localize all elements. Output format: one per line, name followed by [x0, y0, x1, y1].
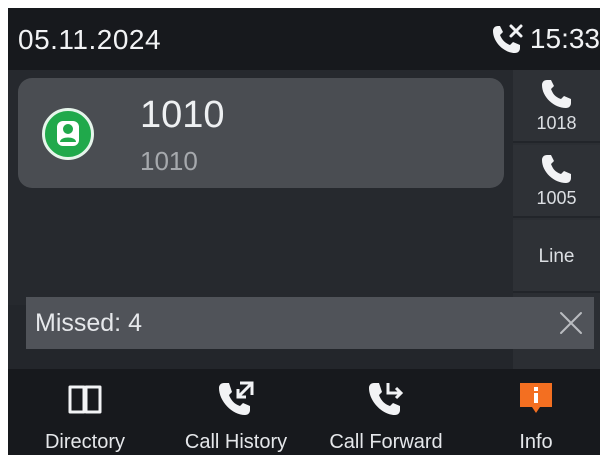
line-key-3[interactable]: Line [513, 220, 600, 293]
missed-calls-text: Missed: 4 [35, 308, 142, 337]
contact-number: 1010 [140, 146, 198, 176]
info-button[interactable]: Info [498, 369, 574, 455]
close-icon[interactable] [558, 310, 584, 336]
line-key-1[interactable]: 1018 [513, 70, 600, 143]
softkey-label: Call History [184, 431, 288, 453]
directory-button[interactable]: Directory [28, 369, 142, 455]
missed-call-icon [492, 24, 523, 53]
missed-calls-banner[interactable]: Missed: 4 [26, 297, 594, 349]
softkey-label: Info [519, 431, 553, 453]
status-time: 15:33 [529, 23, 600, 54]
info-icon [520, 383, 552, 413]
phone-icon [541, 80, 571, 108]
line-key-label: 1005 [536, 188, 577, 208]
status-bar: 05.11.2024 15:33 [8, 8, 600, 70]
call-forward-button[interactable]: Call Forward [318, 369, 454, 455]
line-key-label: Line [538, 245, 575, 267]
line-key-2[interactable]: 1005 [513, 145, 600, 218]
main-area: 1010 1010 [8, 70, 513, 305]
softkey-label: Directory [44, 431, 125, 453]
call-forward-icon [369, 383, 404, 415]
status-right: 15:33 [490, 22, 600, 56]
contact-name: 1010 [140, 94, 225, 136]
status-date: 05.11.2024 [18, 24, 162, 55]
softkey-label: Call Forward [329, 431, 443, 453]
active-call-card[interactable]: 1010 1010 [18, 78, 504, 188]
contact-avatar-icon [42, 108, 94, 160]
softkey-bar: Directory Call History Call Forward Info [8, 369, 600, 455]
call-history-icon [219, 381, 254, 415]
book-icon [68, 385, 102, 414]
phone-icon [541, 155, 571, 183]
call-history-button[interactable]: Call History [168, 369, 304, 455]
phone-screen: 05.11.2024 15:33 1010 1010 1018 1005 Lin… [8, 8, 600, 455]
line-key-label: 1018 [536, 113, 577, 133]
